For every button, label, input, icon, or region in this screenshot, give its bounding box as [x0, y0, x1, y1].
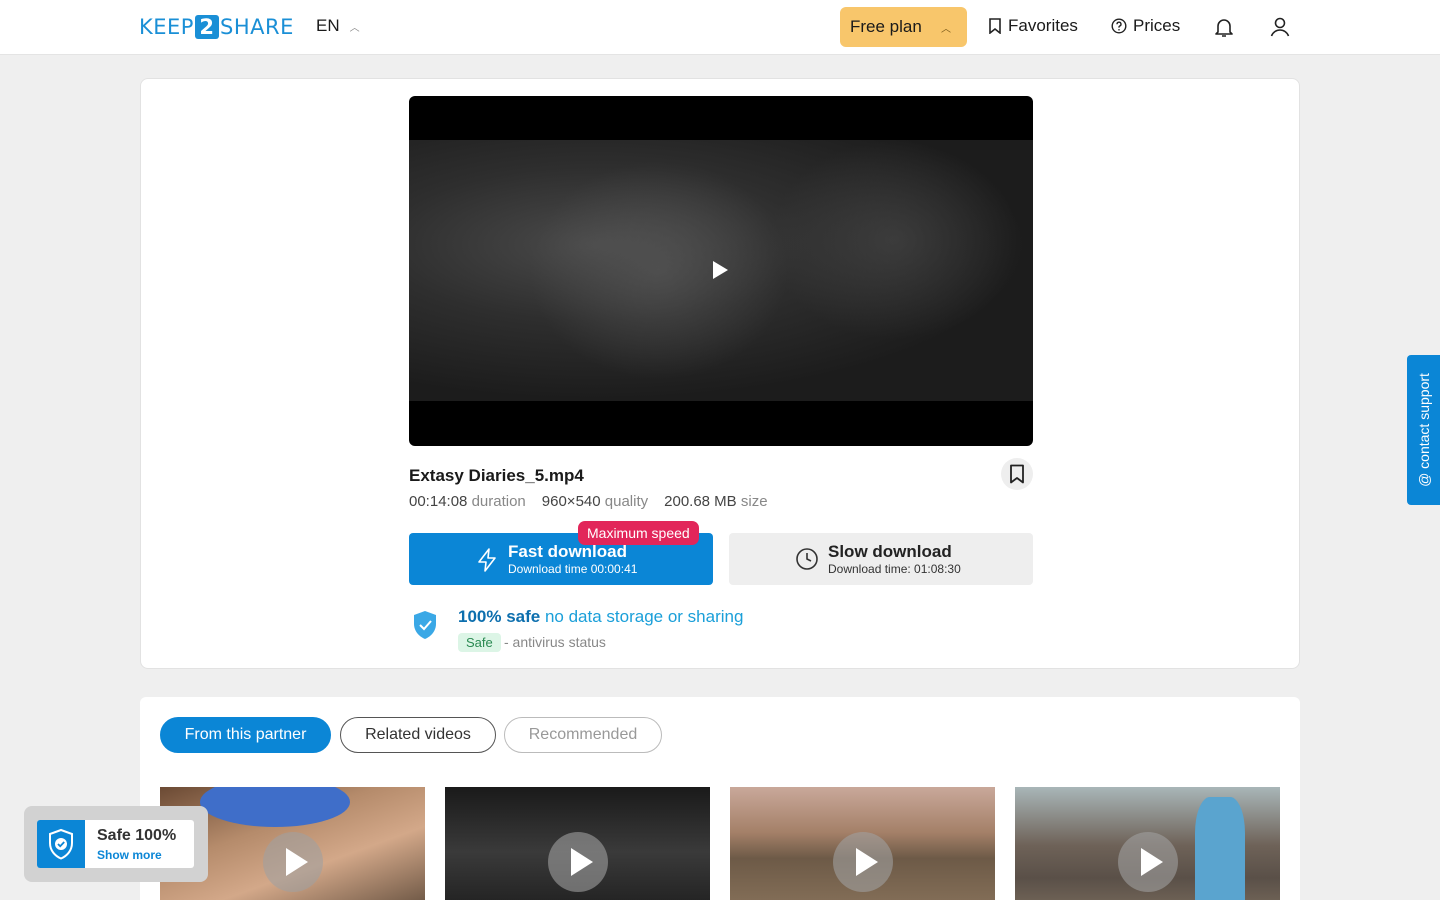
safe-widget-title: Safe 100% — [97, 827, 177, 844]
duration-value: 00:14:08 — [409, 493, 468, 510]
contact-support-button[interactable]: @ contact support — [1407, 355, 1440, 505]
tab-related-videos[interactable]: Related videos — [340, 717, 496, 753]
play-icon[interactable] — [548, 832, 608, 892]
max-speed-badge: Maximum speed — [578, 521, 699, 545]
antivirus-badge: Safe — [458, 633, 501, 652]
tab-recommended[interactable]: Recommended — [504, 717, 662, 753]
safe-widget-card[interactable]: Safe 100% Show more — [37, 820, 194, 868]
duration-info: 00:14:08 duration — [409, 493, 526, 510]
play-icon[interactable] — [833, 832, 893, 892]
duration-label: duration — [471, 493, 526, 510]
contact-support-label: @ contact support — [1415, 373, 1432, 487]
slow-download-time: Download time: 01:08:30 — [828, 562, 961, 576]
size-info: 200.68 MB size — [664, 493, 767, 510]
chevron-up-icon: ︿ — [941, 23, 951, 35]
language-label: EN — [316, 16, 340, 35]
logo-text-mid: 2 — [194, 15, 219, 39]
video-player[interactable] — [409, 96, 1033, 446]
safety-strong: 100% safe — [458, 607, 541, 626]
file-meta: 00:14:08 duration 960×540 quality 200.68… — [409, 493, 768, 510]
size-value: 200.68 MB — [664, 493, 737, 510]
size-label: size — [740, 493, 768, 510]
safety-note: 100% safe no data storage or sharing — [458, 607, 743, 627]
language-selector[interactable]: EN ︿ — [316, 16, 360, 36]
file-name: Extasy Diaries_5.mp4 — [409, 466, 584, 485]
video-thumbnail[interactable] — [730, 787, 995, 900]
lightning-icon — [478, 548, 496, 572]
file-card: Extasy Diaries_5.mp4 00:14:08 duration 9… — [140, 78, 1300, 669]
favorites-label: Favorites — [1008, 16, 1078, 35]
bookmark-icon — [989, 18, 1001, 34]
safety-text: no data storage or sharing — [540, 607, 744, 626]
logo-text-left: KEEP — [139, 15, 194, 39]
logo-text-right: SHARE — [219, 15, 294, 39]
video-thumbnail[interactable] — [445, 787, 710, 900]
antivirus-status: - antivirus status — [504, 634, 606, 650]
user-icon[interactable] — [1268, 15, 1292, 39]
tab-from-partner[interactable]: From this partner — [160, 717, 331, 753]
play-icon[interactable] — [1118, 832, 1178, 892]
bookmark-icon — [1010, 464, 1024, 484]
shield-check-icon — [414, 611, 436, 639]
safe-widget: Safe 100% Show more — [24, 806, 208, 882]
show-more-link[interactable]: Show more — [97, 848, 162, 862]
video-thumbnail[interactable] — [1015, 787, 1280, 900]
fast-download-time: Download time 00:00:41 — [508, 562, 638, 576]
quality-info: 960×540 quality — [542, 493, 648, 510]
top-header: KEEP 2 SHARE EN ︿ Free plan ︿ Favorites Pr… — [0, 0, 1440, 55]
help-circle-icon — [1111, 18, 1127, 34]
bell-icon[interactable] — [1212, 15, 1236, 39]
quality-value: 960×540 — [541, 493, 601, 510]
bookmark-button[interactable] — [1001, 458, 1033, 490]
shield-check-icon — [49, 828, 73, 860]
plan-dropdown[interactable]: Free plan ︿ — [840, 7, 967, 47]
prices-label: Prices — [1133, 16, 1181, 35]
favorites-link[interactable]: Favorites — [988, 16, 1078, 36]
fast-download-title: Fast download — [508, 542, 627, 561]
plan-label: Free plan — [850, 17, 922, 36]
chevron-up-icon: ︿ — [349, 22, 360, 34]
play-icon[interactable] — [713, 261, 728, 279]
clock-icon — [796, 548, 818, 570]
related-section: From this partner Related videos Recomme… — [140, 697, 1300, 900]
quality-label: quality — [604, 493, 649, 510]
shield-icon-box — [37, 820, 85, 868]
play-icon[interactable] — [263, 832, 323, 892]
slow-download-title: Slow download — [828, 542, 952, 561]
prices-link[interactable]: Prices — [1111, 16, 1180, 36]
keep2share-logo[interactable]: KEEP 2 SHARE — [139, 14, 294, 40]
slow-download-button[interactable]: Slow download Download time: 01:08:30 — [729, 533, 1033, 585]
